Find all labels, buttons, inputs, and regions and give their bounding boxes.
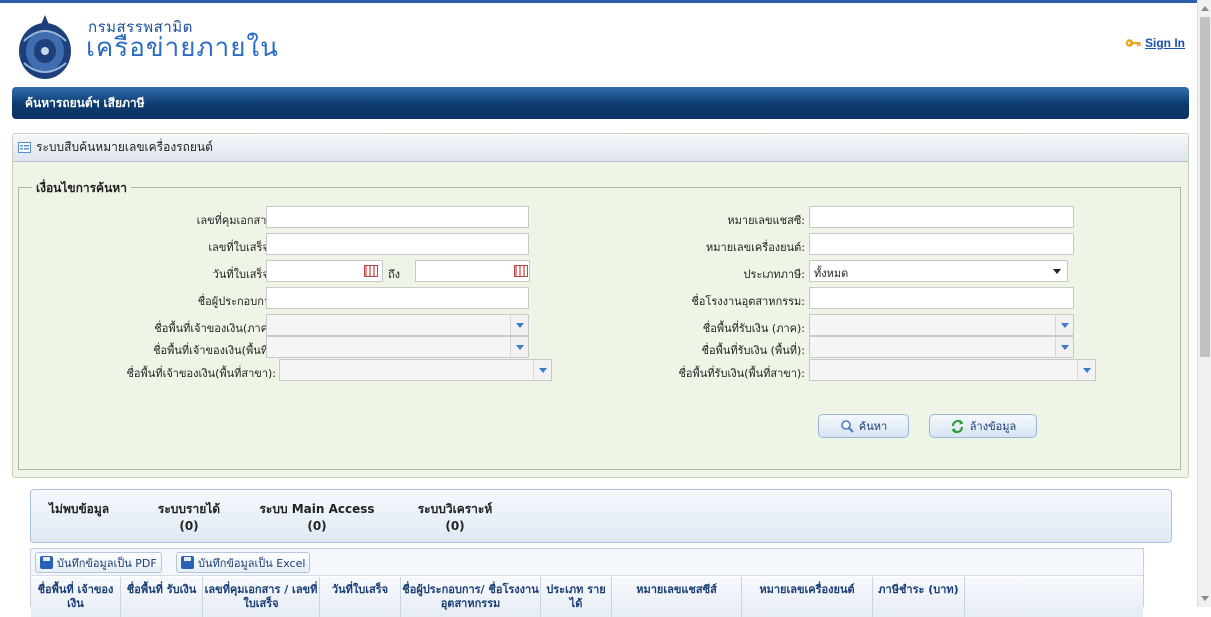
analysis-summary[interactable]: ระบบวิเคราะห์ (0) — [405, 501, 505, 535]
floppy-disk-icon — [181, 556, 194, 569]
column-header[interactable]: ชื่อพื้นที่ รับเงิน — [121, 577, 203, 617]
date-to-label: ถึง — [388, 268, 401, 281]
recv-region-label: ชื่อพื้นที่รับเงิน (ภาค): — [702, 322, 805, 335]
result-summary: ไม่พบข้อมูล ระบบรายได้ (0) ระบบ Main Acc… — [30, 489, 1172, 543]
factory-label: ชื่อโรงงานอุตสาหกรรม: — [691, 295, 805, 308]
chevron-down-icon — [538, 367, 547, 373]
save-excel-label: บันทึกข้อมูลเป็น Excel — [198, 556, 306, 570]
calendar-icon[interactable] — [514, 265, 528, 277]
chevron-down-icon — [1082, 367, 1091, 373]
column-header[interactable]: หมายเลขแชสซีส์ — [612, 577, 742, 617]
chassis-input[interactable] — [809, 206, 1074, 228]
refresh-icon — [951, 419, 964, 433]
factory-input[interactable] — [809, 287, 1074, 309]
doc-no-input[interactable] — [266, 206, 529, 228]
page-scrollbar[interactable] — [1197, 0, 1211, 607]
payer-area-combo[interactable] — [266, 336, 529, 358]
payer-branch-label: ชื่อพื้นที่เจ้าของเงิน(พื้นที่สาขา): — [126, 367, 276, 380]
combo-trigger[interactable] — [510, 337, 528, 357]
analysis-label: ระบบวิเคราะห์ — [417, 502, 493, 516]
clear-button[interactable]: ล้างข้อมูล — [929, 414, 1037, 438]
no-data-label: ไม่พบข้อมูล — [49, 502, 110, 516]
combo-trigger[interactable] — [533, 360, 551, 380]
payer-branch-combo[interactable] — [279, 359, 552, 381]
engine-input[interactable] — [809, 233, 1074, 255]
recv-branch-combo[interactable] — [809, 359, 1096, 381]
main-access-summary[interactable]: ระบบ Main Access (0) — [255, 501, 379, 535]
result-grid: บันทึกข้อมูลเป็น PDF บันทึกข้อมูลเป็น Ex… — [30, 548, 1144, 617]
income-count: (0) — [179, 519, 199, 533]
form-icon — [18, 142, 31, 153]
column-header[interactable]: ประเภท รายได้ — [541, 577, 612, 617]
doc-no-label: เลขที่คุมเอกสาร: — [196, 214, 276, 227]
payer-area-label: ชื่อพื้นที่เจ้าของเงิน(พื้นที่): — [153, 344, 276, 357]
nav-title-bar: ค้นหารถยนต์ฯ เสียภาษี — [12, 87, 1189, 119]
chassis-label: หมายเลขแชสซี: — [727, 214, 805, 227]
recv-area-combo[interactable] — [809, 336, 1074, 358]
engine-label: หมายเลขเครื่องยนต์: — [706, 241, 805, 254]
floppy-disk-icon — [40, 556, 53, 569]
key-icon — [1125, 39, 1141, 47]
column-header[interactable]: ชื่อผู้ประกอบการ/ ชื่อโรงงานอุตสาหกรรม — [401, 577, 541, 617]
main-access-label: ระบบ Main Access — [259, 502, 375, 516]
save-excel-button[interactable]: บันทึกข้อมูลเป็น Excel — [176, 552, 311, 573]
column-header[interactable]: หมายเลขเครื่องยนต์ — [742, 577, 873, 617]
payer-region-combo[interactable] — [266, 314, 529, 336]
column-header[interactable]: เลขที่คุมเอกสาร / เลขที่ใบเสร็จ — [203, 577, 320, 617]
nav-title: ค้นหารถยนต์ฯ เสียภาษี — [25, 96, 145, 110]
signin-label[interactable]: Sign In — [1145, 36, 1185, 50]
clear-button-label: ล้างข้อมูล — [969, 420, 1017, 433]
brand-title: เครือข่ายภายใน — [86, 33, 279, 63]
dropdown-arrow-icon — [1053, 269, 1061, 274]
receipt-date-to-input[interactable] — [415, 260, 530, 282]
operator-input[interactable] — [266, 287, 529, 309]
no-data-text: ไม่พบข้อมูล — [49, 501, 109, 518]
recv-region-combo[interactable] — [809, 314, 1074, 336]
combo-trigger[interactable] — [1055, 315, 1073, 335]
column-header[interactable]: ชื่อพื้นที่ เจ้าของเงิน — [31, 577, 121, 617]
save-pdf-label: บันทึกข้อมูลเป็น PDF — [57, 556, 157, 570]
calendar-icon[interactable] — [364, 265, 378, 277]
search-criteria-fieldset: เงื่อนไขการค้นหา เลขที่คุมเอกสาร: เลขที่… — [18, 179, 1181, 470]
chevron-down-icon — [515, 322, 524, 328]
chevron-down-icon — [515, 344, 524, 350]
chevron-down-icon — [1060, 344, 1069, 350]
recv-branch-label: ชื่อพื้นที่รับเงิน(พื้นที่สาขา): — [678, 367, 805, 380]
main-access-count: (0) — [307, 519, 327, 533]
receipt-no-input[interactable] — [266, 233, 529, 255]
search-panel: ระบบสืบค้นหมายเลขเครื่องรถยนต์ เงื่อนไขก… — [12, 133, 1189, 478]
search-button-label: ค้นหา — [858, 420, 888, 433]
grid-toolbar: บันทึกข้อมูลเป็น PDF บันทึกข้อมูลเป็น Ex… — [31, 549, 1143, 576]
income-summary[interactable]: ระบบรายได้ (0) — [149, 501, 229, 535]
combo-trigger[interactable] — [1077, 360, 1095, 380]
recv-area-label: ชื่อพื้นที่รับเงิน (พื้นที่): — [701, 344, 805, 357]
criteria-legend: เงื่อนไขการค้นหา — [32, 179, 131, 198]
scroll-up-arrow-icon[interactable] — [1201, 6, 1209, 11]
scroll-down-arrow-icon[interactable] — [1201, 596, 1209, 601]
tax-type-value: ทั้งหมด — [814, 267, 849, 280]
combo-trigger[interactable] — [1055, 337, 1073, 357]
income-label: ระบบรายได้ — [157, 502, 221, 516]
combo-trigger[interactable] — [510, 315, 528, 335]
analysis-count: (0) — [445, 519, 465, 533]
tax-type-label: ประเภทภาษี: — [743, 268, 805, 281]
payer-region-label: ชื่อพื้นที่เจ้าของเงิน(ภาค): — [154, 322, 276, 335]
panel-title: ระบบสืบค้นหมายเลขเครื่องรถยนต์ — [36, 140, 213, 154]
operator-label: ชื่อผู้ประกอบการ — [197, 295, 276, 308]
column-header[interactable]: ภาษีชำระ (บาท) — [873, 577, 965, 617]
column-header[interactable]: วันที่ใบเสร็จ — [320, 577, 401, 617]
search-button[interactable]: ค้นหา — [818, 414, 909, 438]
save-pdf-button[interactable]: บันทึกข้อมูลเป็น PDF — [35, 552, 162, 573]
panel-header: ระบบสืบค้นหมายเลขเครื่องรถยนต์ — [13, 134, 1188, 162]
grid-column-headers: ชื่อพื้นที่ เจ้าของเงิน ชื่อพื้นที่ รับเ… — [31, 577, 1143, 617]
site-header: กรมสรรพสามิต เครือข่ายภายใน Sign In — [0, 3, 1197, 85]
signin-link[interactable]: Sign In — [1125, 36, 1185, 50]
chevron-down-icon — [1060, 322, 1069, 328]
tax-type-select[interactable]: ทั้งหมด — [809, 260, 1068, 282]
excise-logo-icon — [19, 15, 71, 79]
magnifier-icon — [841, 420, 854, 433]
scroll-thumb[interactable] — [1200, 17, 1210, 357]
